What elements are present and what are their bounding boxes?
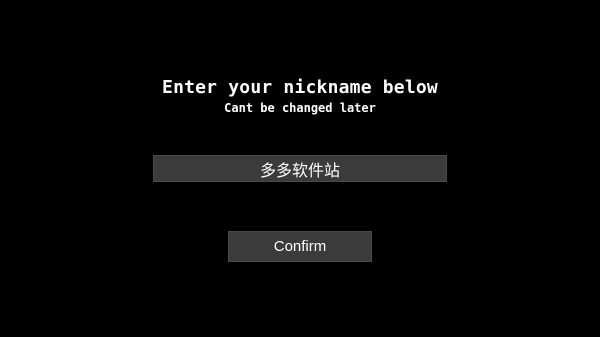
nickname-warning-subtitle: Cant be changed later bbox=[224, 101, 376, 115]
nickname-input[interactable] bbox=[153, 155, 447, 182]
confirm-button[interactable]: Confirm bbox=[228, 231, 372, 262]
nickname-prompt-title: Enter your nickname below bbox=[162, 77, 438, 98]
